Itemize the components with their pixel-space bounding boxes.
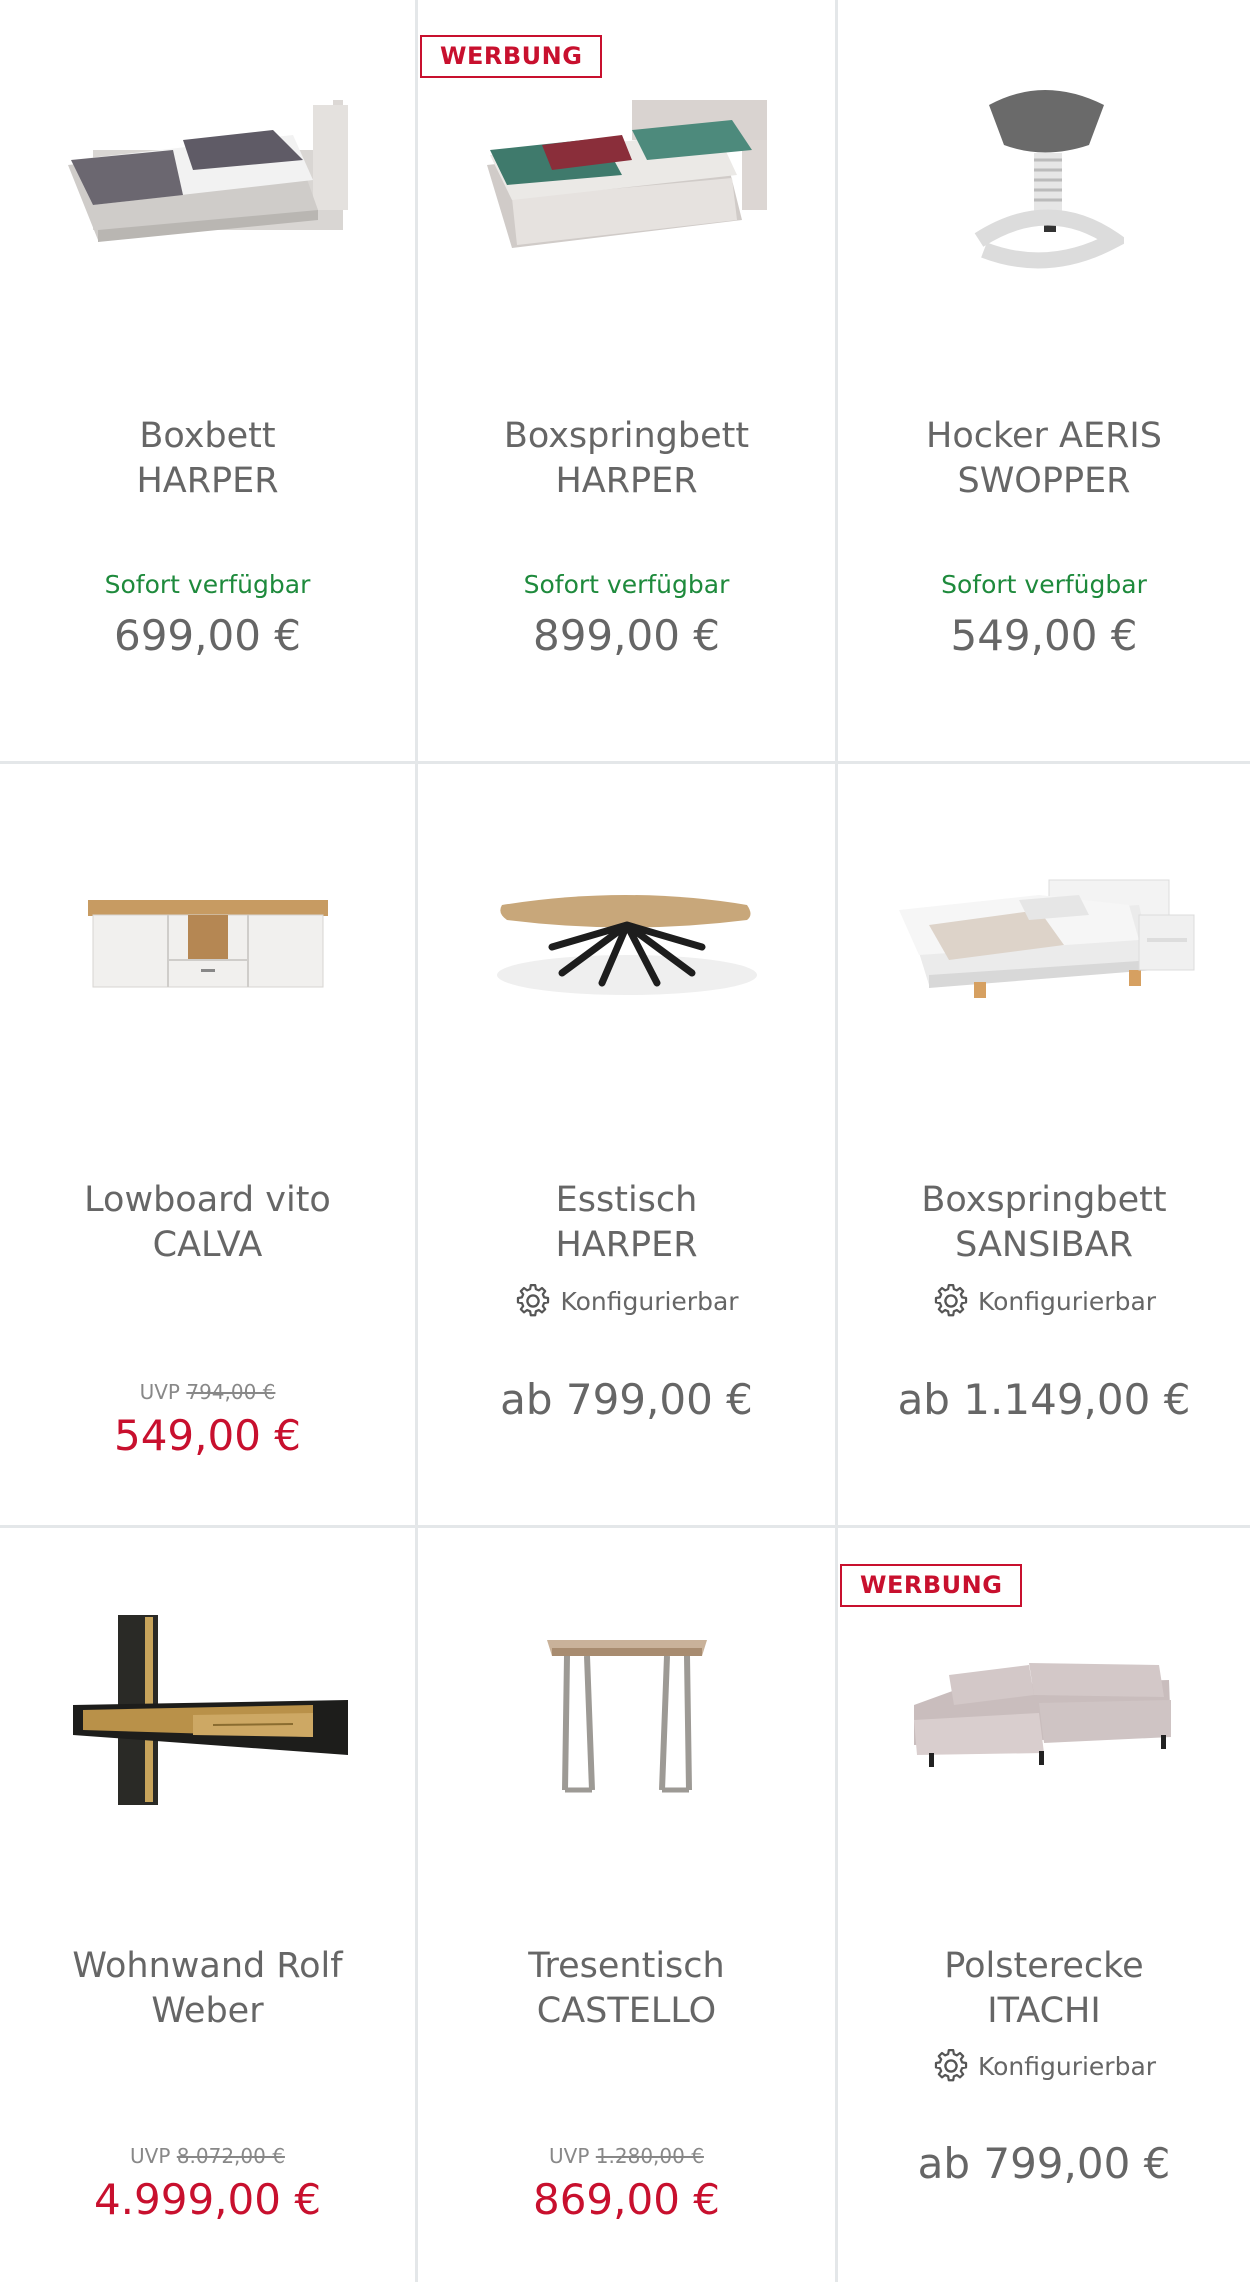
availability-status: Sofort verfügbar — [104, 570, 311, 599]
availability-status: Sofort verfügbar — [523, 570, 730, 599]
configurable-label[interactable]: Konfigurierbar — [838, 2047, 1250, 2085]
product-title[interactable]: Polsterecke ITACHI — [848, 1944, 1240, 2034]
product-title[interactable]: Hocker AERIS SWOPPER — [848, 414, 1240, 504]
product-card-tresentisch-castello[interactable]: Tresentisch CASTELLO UVP 1.280,00 € 869,… — [418, 1528, 838, 2282]
gear-icon — [517, 1284, 550, 1317]
lowboard-image[interactable] — [0, 820, 415, 1050]
bed-set-image[interactable] — [838, 820, 1250, 1050]
uvp-price: UVP 1.280,00 € — [549, 2144, 704, 2168]
boxspring-bed-image[interactable] — [418, 60, 835, 290]
boxbed-image[interactable] — [0, 60, 415, 290]
sale-price: 4.999,00 € — [93, 2175, 322, 2224]
product-card-wohnwand-rolf-weber[interactable]: Wohnwand Rolf Weber UVP 8.072,00 € 4.999… — [0, 1528, 418, 2282]
availability-status: Sofort verfügbar — [941, 570, 1147, 599]
corner-sofa-image[interactable] — [838, 1590, 1250, 1820]
product-title[interactable]: Boxspringbett HARPER — [428, 414, 825, 504]
product-card-boxspringbett-harper[interactable]: WERBUNG Boxspringbett HARPER Sofort verf… — [418, 0, 838, 764]
product-title[interactable]: Lowboard vito CALVA — [10, 1178, 405, 1268]
stool-image[interactable] — [838, 60, 1250, 290]
original-price: 794,00 € — [186, 1380, 276, 1404]
product-grid: Boxbett HARPER Sofort verfügbar 699,00 €… — [0, 0, 1250, 2282]
uvp-price: UVP 8.072,00 € — [130, 2144, 285, 2168]
gear-icon — [934, 2049, 968, 2082]
bar-table-image[interactable] — [418, 1590, 835, 1820]
product-card-lowboard-vito-calva[interactable]: Lowboard vito CALVA UVP 794,00 € 549,00 … — [0, 764, 418, 1528]
sale-price: 869,00 € — [532, 2175, 721, 2224]
configurable-label[interactable]: Konfigurierbar — [838, 1282, 1250, 1320]
product-price: 899,00 € — [532, 611, 721, 660]
original-price: 8.072,00 € — [176, 2144, 285, 2168]
product-price: ab 799,00 € — [917, 2139, 1171, 2188]
product-card-hocker-aeris-swopper[interactable]: Hocker AERIS SWOPPER Sofort verfügbar 54… — [838, 0, 1250, 764]
product-price: 699,00 € — [113, 611, 302, 660]
gear-icon — [934, 1284, 968, 1317]
product-price: ab 1.149,00 € — [897, 1375, 1191, 1424]
product-card-esstisch-harper[interactable]: Esstisch HARPER Konfigurierbar ab 799,00… — [418, 764, 838, 1528]
sale-price: 549,00 € — [113, 1411, 302, 1460]
product-price: ab 799,00 € — [500, 1375, 753, 1424]
product-title[interactable]: Boxspringbett SANSIBAR — [848, 1178, 1240, 1268]
product-card-polsterecke-itachi[interactable]: WERBUNG Polsterecke ITACHI Konfigurierba… — [838, 1528, 1250, 2282]
product-title[interactable]: Wohnwand Rolf Weber — [10, 1944, 405, 2034]
product-title[interactable]: Boxbett HARPER — [10, 414, 405, 504]
product-card-boxbett-harper[interactable]: Boxbett HARPER Sofort verfügbar 699,00 € — [0, 0, 418, 764]
product-title[interactable]: Tresentisch CASTELLO — [428, 1944, 825, 2034]
product-price: 549,00 € — [950, 611, 1138, 660]
configurable-label[interactable]: Konfigurierbar — [418, 1282, 835, 1320]
dining-table-image[interactable] — [418, 820, 835, 1050]
wall-unit-image[interactable] — [0, 1590, 415, 1820]
product-card-boxspringbett-sansibar[interactable]: Boxspringbett SANSIBAR Konfigurierbar ab… — [838, 764, 1250, 1528]
product-title[interactable]: Esstisch HARPER — [428, 1178, 825, 1268]
original-price: 1.280,00 € — [595, 2144, 704, 2168]
uvp-price: UVP 794,00 € — [139, 1380, 276, 1404]
